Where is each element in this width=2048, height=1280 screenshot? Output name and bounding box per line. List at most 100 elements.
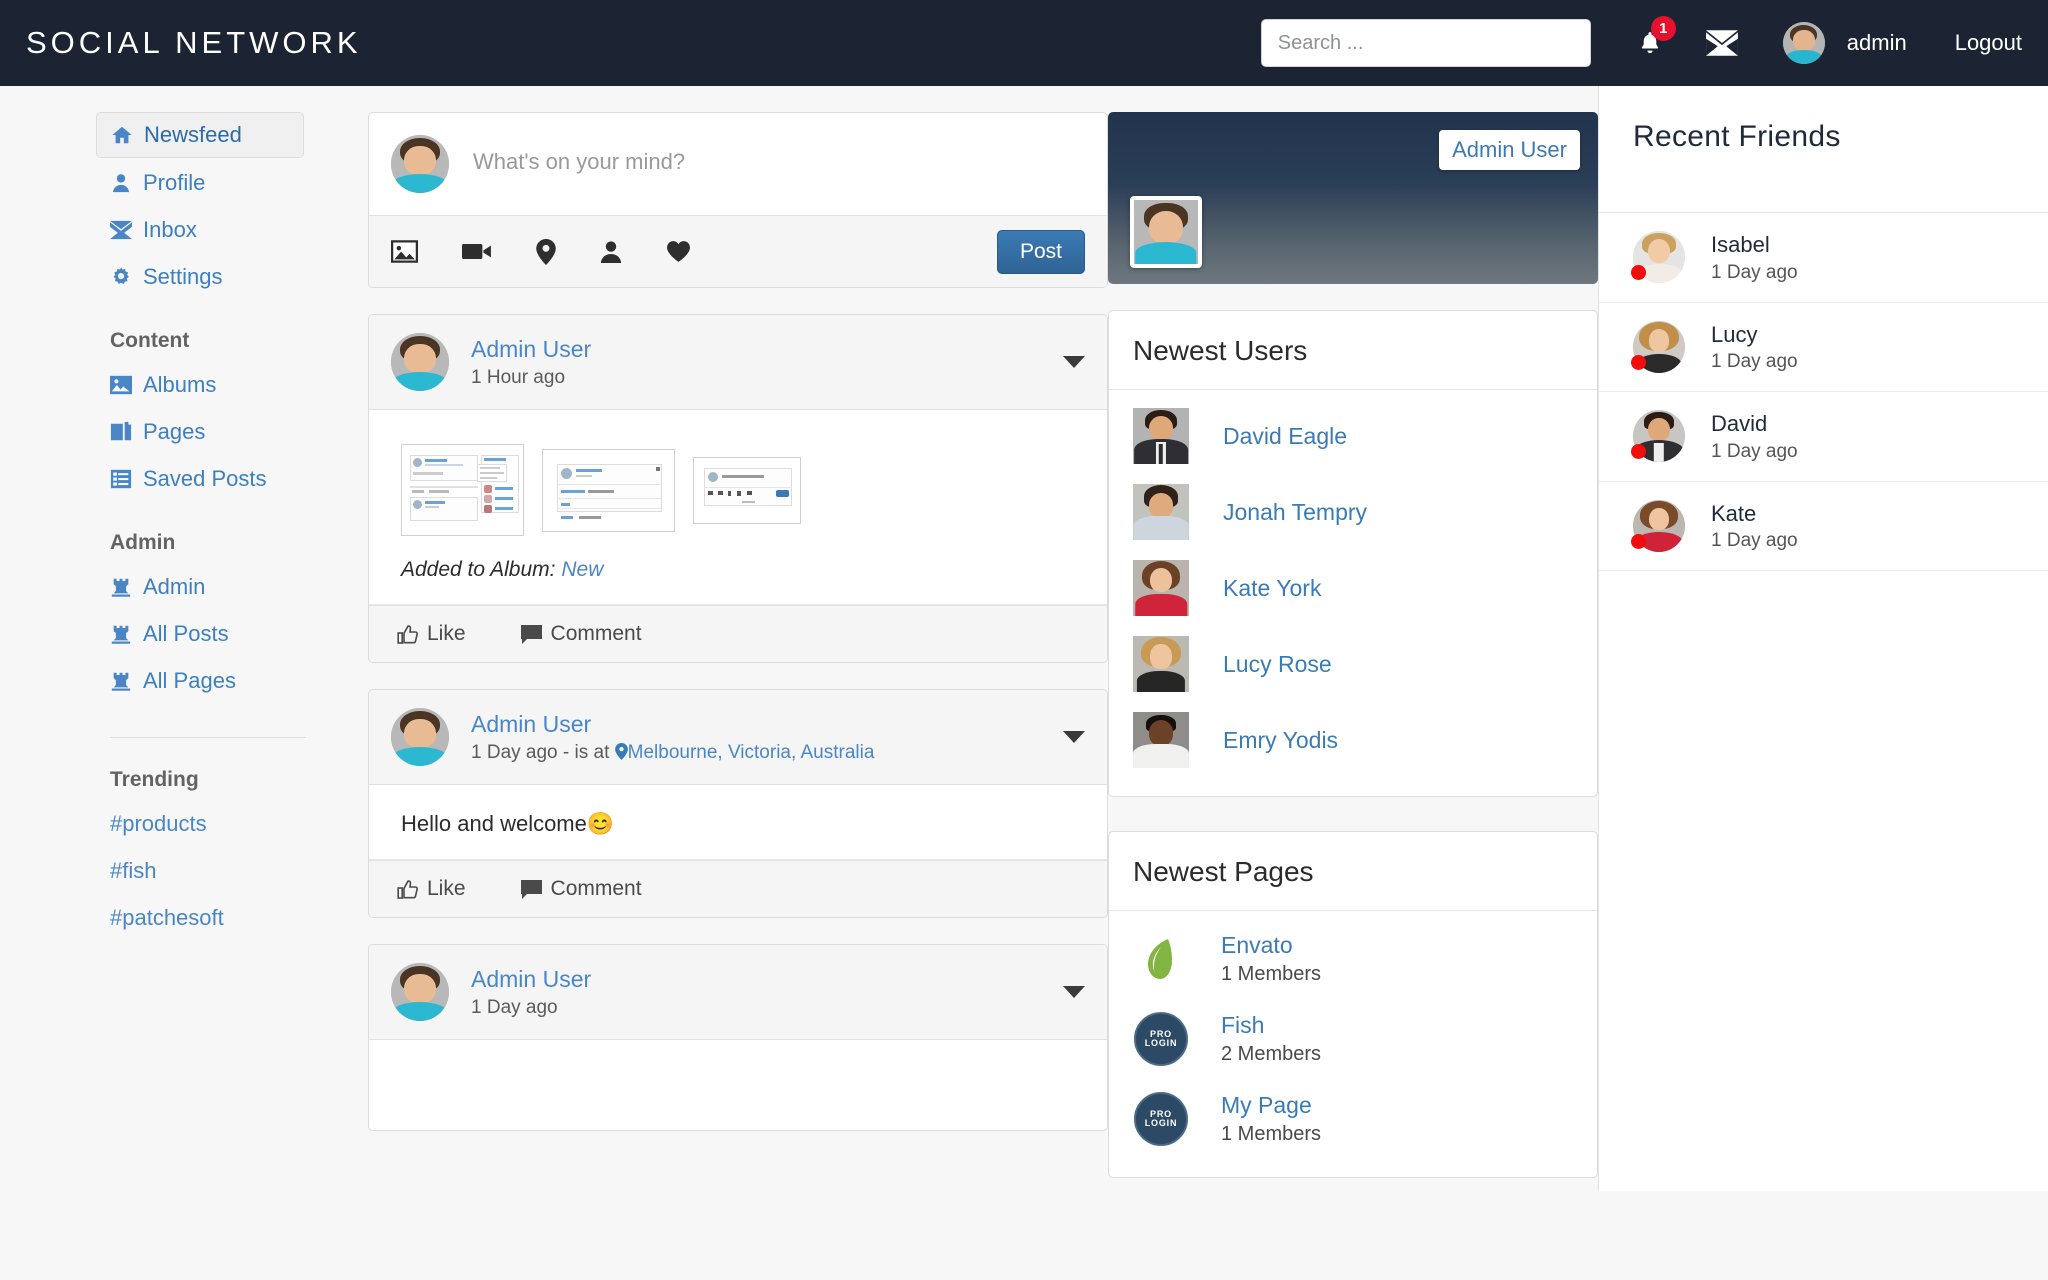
sidebar-item-inbox[interactable]: Inbox [96,208,304,252]
sidebar-item-all-pages[interactable]: All Pages [96,659,304,703]
friend-meta: David 1 Day ago [1711,410,1798,463]
navbar-right-group: 1 admin Logout [1260,16,2022,67]
page-name-link[interactable]: My Page [1221,1092,1321,1120]
envelope-icon[interactable] [1705,29,1739,57]
friend-row[interactable]: Kate 1 Day ago [1599,482,2048,571]
list-item[interactable]: David Eagle [1109,398,1597,474]
sidebar-item-admin[interactable]: Admin [96,565,304,609]
post-card: Admin User 1 Day ago - is at Melbourne, … [368,689,1108,918]
location-icon[interactable] [536,238,556,265]
sidebar-item-all-posts[interactable]: All Posts [96,612,304,656]
composer-input-row[interactable]: What's on your mind? [369,113,1107,215]
page-logo: PRO LOGIN [1133,1091,1189,1147]
user-name-link[interactable]: David Eagle [1223,423,1347,450]
left-sidebar: Newsfeed Profile Inbox Settings Content … [0,86,368,943]
sidebar-item-newsfeed[interactable]: Newsfeed [96,112,304,158]
post-location-prefix: - is at [562,742,610,764]
avatar[interactable] [1782,22,1825,64]
chess-rook-icon [111,672,131,691]
comment-button[interactable]: Comment [520,877,642,901]
user-name-link[interactable]: Emry Yodis [1223,727,1338,754]
comment-bubble-icon [520,879,542,899]
post-author-link[interactable]: Admin User [471,335,591,364]
page-name-link[interactable]: Fish [1221,1012,1321,1040]
friend-time: 1 Day ago [1711,440,1798,462]
user-name-link[interactable]: Lucy Rose [1223,651,1332,678]
sidebar-item-albums[interactable]: Albums [96,363,304,407]
post-composer: What's on your mind? Post [368,112,1108,288]
friend-row[interactable]: David 1 Day ago [1599,392,2048,482]
post-body [369,1040,1107,1130]
post-location-link[interactable]: Melbourne, Victoria, Australia [628,742,875,763]
logout-link[interactable]: Logout [1955,30,2022,56]
avatar[interactable] [391,963,449,1021]
like-button[interactable]: Like [397,622,466,646]
list-item[interactable]: Emry Yodis [1109,702,1597,778]
trending-tag[interactable]: #patchesoft [110,896,368,940]
post-button[interactable]: Post [996,229,1085,274]
chevron-down-icon[interactable] [1063,731,1085,743]
list-item[interactable]: Envato 1 Members [1109,919,1597,999]
sidebar-item-label: Newsfeed [144,122,242,147]
recent-friends-panel: Recent Friends Isabel 1 Day ago Lucy 1 D… [1598,86,2048,1191]
post-card: Admin User 1 Day ago [368,944,1108,1131]
friend-name: Isabel [1711,232,1770,257]
notifications-button[interactable]: 1 [1637,16,1676,58]
post-text: Hello and welcome😊 [401,811,615,836]
navbar-username[interactable]: admin [1847,30,1907,56]
trending-tag[interactable]: #products [110,802,368,846]
sidebar-heading-trending: Trending [110,768,199,791]
avatar-with-status [1631,499,1685,552]
profile-name-badge[interactable]: Admin User [1439,130,1580,170]
friend-row[interactable]: Lucy 1 Day ago [1599,303,2048,392]
chevron-down-icon[interactable] [1063,986,1085,998]
like-button[interactable]: Like [397,877,466,901]
thumbs-up-icon [397,879,418,899]
photo-icon[interactable] [391,240,418,263]
sidebar-item-settings[interactable]: Settings [96,255,304,299]
sidebar-item-saved-posts[interactable]: Saved Posts [96,457,304,501]
chevron-down-icon[interactable] [1063,356,1085,368]
list-item[interactable]: Kate York [1109,550,1597,626]
location-icon [614,743,628,761]
avatar[interactable] [391,708,449,766]
avatar[interactable] [391,333,449,391]
post-author-link[interactable]: Admin User [471,965,591,994]
pages-icon [110,421,132,441]
friend-time: 1 Day ago [1711,261,1798,283]
avatar [1133,712,1189,768]
app-brand: SOCIAL NETWORK [26,25,362,60]
page-member-count: 2 Members [1221,1042,1322,1065]
trending-tag[interactable]: #fish [110,849,368,893]
album-thumbnail[interactable] [542,449,675,532]
list-item[interactable]: Lucy Rose [1109,626,1597,702]
page-name-link[interactable]: Envato [1221,932,1321,960]
user-name-link[interactable]: Jonah Tempry [1223,499,1367,526]
photo-icon [110,375,132,395]
envelope-icon [110,220,132,240]
friend-time: 1 Day ago [1711,530,1798,551]
envato-leaf-icon [1148,939,1172,979]
post-author-link[interactable]: Admin User [471,710,874,739]
album-thumbnail[interactable] [693,457,801,524]
list-item[interactable]: PRO LOGIN My Page 1 Members [1109,1079,1597,1159]
sidebar-item-pages[interactable]: Pages [96,410,304,454]
search-input[interactable] [1260,19,1591,67]
user-name-link[interactable]: Kate York [1223,575,1321,602]
list-item[interactable]: PRO LOGIN Fish 2 Members [1109,999,1597,1079]
album-link[interactable]: New [561,558,603,581]
profile-cover-card[interactable]: Admin User [1108,112,1598,284]
profile-avatar[interactable] [1130,196,1202,268]
tag-person-icon[interactable] [600,240,622,264]
friend-row[interactable]: Isabel 1 Day ago [1599,213,2048,303]
panel-title: Newest Pages [1109,832,1597,911]
album-thumbnail[interactable] [401,444,524,536]
feeling-heart-icon[interactable] [666,240,691,263]
sidebar-item-profile[interactable]: Profile [96,161,304,205]
video-icon[interactable] [462,241,492,262]
friend-meta: Isabel 1 Day ago [1711,231,1798,284]
list-item[interactable]: Jonah Tempry [1109,474,1597,550]
avatar [1133,484,1189,540]
avatar-with-status [1631,410,1685,463]
comment-button[interactable]: Comment [520,622,642,646]
